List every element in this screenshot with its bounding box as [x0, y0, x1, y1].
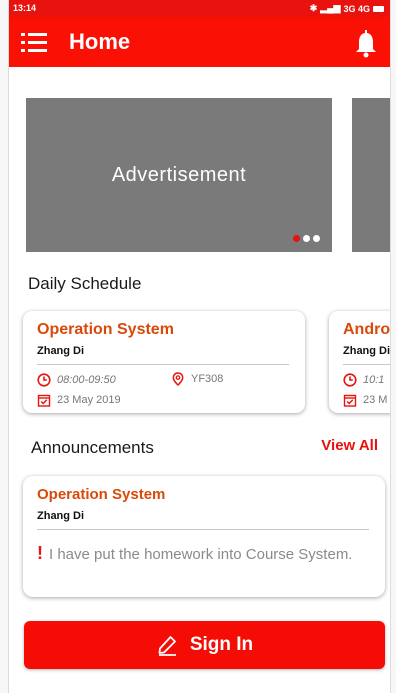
status-indicators: ✱ ▂▄▆ 3G 4G [310, 3, 384, 14]
course-name: Operation System [37, 321, 174, 338]
carousel-dot[interactable] [313, 235, 320, 242]
carousel-next-slide[interactable] [352, 98, 390, 252]
divider [37, 364, 289, 365]
phone-screen: 13:14 ✱ ▂▄▆ 3G 4G Home Advertisement Dai… [9, 0, 390, 693]
announcement-course: Operation System [37, 486, 166, 503]
calendar-icon [37, 394, 51, 407]
signal-icon: ▂▄▆ [320, 3, 341, 13]
carousel-dots [293, 235, 320, 242]
teacher-name: Zhang Di [343, 345, 390, 357]
announcement-teacher: Zhang Di [37, 510, 85, 522]
exclamation-icon: ! [37, 543, 43, 563]
schedule-title: Daily Schedule [28, 274, 142, 293]
class-date: 23 M [363, 394, 388, 406]
announcement-message-row: ! I have put the homework into Course Sys… [37, 542, 367, 566]
sign-in-label: Sign In [189, 634, 254, 655]
date-row: 23 May 2019 [37, 393, 121, 407]
carousel-dot[interactable] [303, 235, 310, 242]
menu-icon[interactable] [21, 30, 47, 54]
course-name: Androi [343, 321, 390, 338]
page-title: Home [69, 29, 131, 54]
pen-icon [158, 636, 176, 656]
app-bar: Home [9, 17, 390, 67]
calendar-icon [343, 394, 357, 407]
carousel-slide[interactable]: Advertisement [26, 98, 332, 252]
divider [343, 364, 390, 365]
left-frame [0, 0, 9, 693]
sign-in-button[interactable]: Sign In [24, 621, 385, 669]
network-text: 3G 4G [343, 3, 370, 14]
status-time: 13:14 [13, 3, 37, 13]
class-time: 08:00-09:50 [57, 374, 116, 386]
room-row: YF308 [171, 372, 223, 386]
carousel-dot[interactable] [293, 235, 300, 242]
announcement-card[interactable]: Operation System Zhang Di ! I have put th… [23, 476, 385, 597]
schedule-card[interactable]: Androi Zhang Di 10:1 23 M [329, 311, 390, 413]
bluetooth-icon: ✱ [309, 3, 318, 13]
clock-icon [37, 373, 51, 387]
schedule-card[interactable]: Operation System Zhang Di 08:00-09:50 YF… [23, 311, 305, 413]
advertisement-label: Advertisement [111, 164, 247, 186]
right-frame [390, 0, 396, 693]
class-room: YF308 [191, 373, 224, 385]
time-row: 10:1 [343, 373, 384, 387]
location-pin-icon [172, 372, 184, 386]
date-row: 23 M [343, 393, 387, 407]
battery-icon [373, 5, 384, 12]
view-all-link[interactable]: View All [321, 437, 378, 454]
bell-icon[interactable] [354, 30, 378, 58]
divider [37, 529, 369, 530]
time-row: 08:00-09:50 [37, 373, 116, 387]
status-bar: 13:14 ✱ ▂▄▆ 3G 4G [9, 0, 390, 17]
teacher-name: Zhang Di [37, 345, 85, 357]
class-time: 10:1 [363, 374, 385, 386]
announcement-message: I have put the homework into Course Syst… [49, 546, 353, 563]
class-date: 23 May 2019 [57, 394, 121, 406]
announcements-title: Announcements [31, 438, 154, 457]
clock-icon [343, 373, 357, 387]
